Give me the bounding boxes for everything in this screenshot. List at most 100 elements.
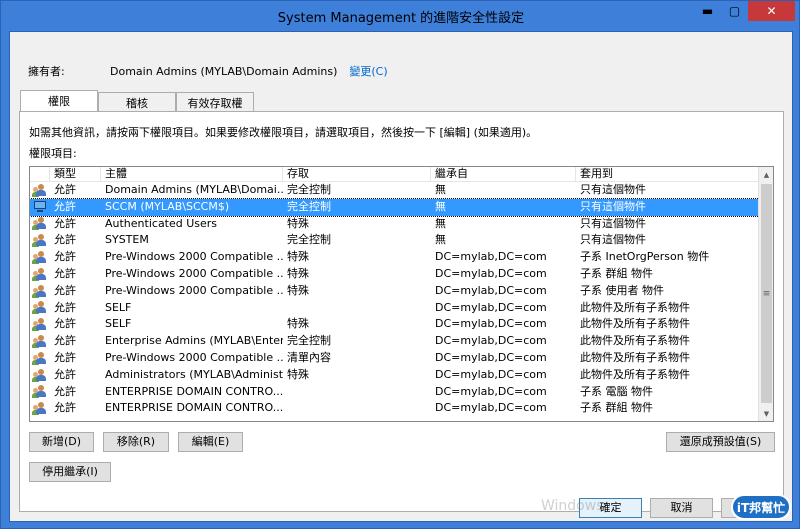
column-header-applies-to[interactable]: 套用到 [576, 167, 759, 182]
table-row[interactable]: 允許 Pre-Windows 2000 Compatible ... 清單內容 DC=… [30, 350, 759, 367]
cell-principal: SYSTEM [105, 233, 149, 247]
table-row[interactable]: 允許 SYSTEM 完全控制 無 只有這個物件 [30, 232, 759, 249]
add-button[interactable]: 新增(D) [29, 432, 94, 452]
cell-inherited-from: DC=mylab,DC=com [435, 250, 547, 264]
cell-applies-to: 此物件及所有子系物件 [580, 317, 690, 331]
list-rows: 允許 Domain Admins (MYLAB\Domai... 完全控制無只有這個… [30, 182, 760, 417]
column-header-type[interactable]: 類型 [50, 167, 101, 182]
cell-type: 允許 [54, 350, 76, 364]
tab-auditing[interactable]: 稽核 [98, 92, 176, 111]
cell-principal: Pre-Windows 2000 Compatible ... [105, 266, 283, 280]
group-icon [30, 216, 50, 233]
scroll-down-arrow-icon[interactable]: ▼ [759, 406, 773, 421]
column-header-access[interactable]: 存取 [283, 167, 431, 182]
cell-applies-to: 只有這個物件 [580, 183, 646, 196]
cell-type: 允許 [54, 183, 76, 196]
group-icon [30, 367, 50, 384]
minimize-button[interactable]: ▬ [694, 1, 721, 21]
cell-inherited-from: DC=mylab,DC=com [435, 334, 547, 348]
cell-type: 允許 [54, 334, 76, 348]
cell-type: 允許 [54, 283, 76, 297]
tab-permissions[interactable]: 權限 [20, 90, 98, 111]
table-row[interactable]: 允許 Pre-Windows 2000 Compatible ... 特殊 DC=my… [30, 283, 759, 300]
cell-inherited-from: 無 [435, 216, 446, 230]
tab-strip: 權限 稽核 有效存取權 [20, 90, 254, 112]
close-button[interactable]: ✕ [748, 1, 795, 21]
change-owner-link[interactable]: 變更(C) [349, 63, 387, 79]
cell-principal: SCCM (MYLAB\SCCM$) [105, 199, 230, 213]
disable-inheritance-button[interactable]: 停用繼承(I) [29, 462, 111, 482]
cell-access: 特殊 [287, 266, 309, 280]
table-row[interactable]: 允許 Authenticated Users 特殊 無 只有這個物件 [30, 216, 759, 233]
table-row[interactable]: 允許 SELF DC=mylab,DC=com 此物件及所有子系物件 [30, 300, 759, 317]
group-icon [30, 316, 50, 333]
cell-applies-to: 子系 群組 物件 [580, 401, 653, 415]
cell-access: 完全控制 [287, 183, 331, 196]
cell-inherited-from: DC=mylab,DC=com [435, 317, 547, 331]
owner-row: 擁有者: Domain Admins (MYLAB\Domain Admins)… [28, 63, 388, 79]
cell-principal: Administrators (MYLAB\Administr... [105, 367, 283, 381]
edit-button[interactable]: 編輯(E) [178, 432, 243, 452]
owner-label: 擁有者: [28, 65, 65, 78]
vertical-scrollbar[interactable]: ▲ ≡ ▼ [758, 167, 773, 421]
cell-principal: SELF [105, 317, 132, 331]
cell-access: 特殊 [287, 317, 309, 331]
cell-inherited-from: DC=mylab,DC=com [435, 401, 547, 415]
table-row[interactable]: 允許 Pre-Windows 2000 Compatible ... 特殊 DC=my… [30, 249, 759, 266]
cell-type: 允許 [54, 401, 76, 415]
window-controls: ▬ ▢ ✕ [694, 1, 795, 23]
cell-inherited-from: 無 [435, 233, 446, 247]
cell-access: 完全控制 [287, 233, 331, 247]
window-title: System Management 的進階安全性設定 [277, 11, 525, 26]
cell-principal: Pre-Windows 2000 Compatible ... [105, 350, 283, 364]
title-bar[interactable]: System Management 的進階安全性設定 ▬ ▢ ✕ [1, 1, 800, 31]
table-row[interactable]: 允許 ENTERPRISE DOMAIN CONTRO... DC=mylab,DC… [30, 400, 759, 417]
computer-icon [30, 199, 50, 216]
table-row[interactable]: 允許 Pre-Windows 2000 Compatible ... 特殊 DC=my… [30, 266, 759, 283]
cell-principal: Domain Admins (MYLAB\Domai... [105, 183, 283, 196]
cancel-button[interactable]: 取消 [650, 498, 713, 518]
column-header-principal[interactable]: 主體 [101, 167, 283, 182]
advanced-security-settings-window: System Management 的進階安全性設定 ▬ ▢ ✕ 擁有者: Do… [0, 0, 800, 529]
cell-inherited-from: DC=mylab,DC=com [435, 300, 547, 314]
cell-inherited-from: DC=mylab,DC=com [435, 367, 547, 381]
cell-access: 完全控制 [287, 334, 331, 348]
permission-entries-list[interactable]: 類型 主體 存取 繼承自 套用到 允許 Domain Admins (MYLAB\… [29, 166, 774, 422]
cell-type: 允許 [54, 216, 76, 230]
tab-effective-access[interactable]: 有效存取權 [176, 92, 254, 111]
column-header-inherited-from[interactable]: 繼承自 [431, 167, 576, 182]
scroll-up-arrow-icon[interactable]: ▲ [759, 167, 773, 182]
cell-applies-to: 子系 群組 物件 [580, 266, 653, 280]
group-icon [30, 283, 50, 300]
cell-access: 特殊 [287, 250, 309, 264]
cell-applies-to: 只有這個物件 [580, 233, 646, 247]
remove-button[interactable]: 移除(R) [103, 432, 169, 452]
group-icon [30, 350, 50, 367]
maximize-button[interactable]: ▢ [721, 1, 748, 21]
cell-principal: SELF [105, 300, 132, 314]
table-row[interactable]: 允許 SCCM (MYLAB\SCCM$) 完全控制 無 只有這個物件 [30, 197, 760, 217]
cell-applies-to: 子系 使用者 物件 [580, 283, 664, 297]
column-header-icon [30, 167, 50, 182]
table-row[interactable]: 允許 ENTERPRISE DOMAIN CONTRO... DC=mylab,DC… [30, 384, 759, 401]
cell-access: 完全控制 [287, 199, 331, 213]
ithome-logo: iT邦幫忙 [731, 494, 791, 520]
cell-applies-to: 此物件及所有子系物件 [580, 350, 690, 364]
cell-type: 允許 [54, 317, 76, 331]
table-row[interactable]: 允許 SELF 特殊 DC=mylab,DC=com 此物件及所有子系物件 [30, 316, 759, 333]
cell-type: 允許 [54, 384, 76, 398]
scrollbar-thumb[interactable]: ≡ [761, 184, 772, 403]
cell-principal: Pre-Windows 2000 Compatible ... [105, 283, 283, 297]
cell-access [283, 300, 431, 317]
table-row[interactable]: 允許 Administrators (MYLAB\Administr... 特殊 DC… [30, 367, 759, 384]
cell-applies-to: 只有這個物件 [580, 199, 646, 213]
permissions-panel: 如需其他資訊，請按兩下權限項目。如果要修改權限項目，請選取項目，然後按一下 [編… [19, 111, 784, 512]
dialog-client-area: 擁有者: Domain Admins (MYLAB\Domain Admins)… [9, 31, 793, 522]
restore-defaults-button[interactable]: 還原成預設值(S) [666, 432, 775, 452]
list-header: 類型 主體 存取 繼承自 套用到 [30, 167, 759, 182]
cell-applies-to: 此物件及所有子系物件 [580, 367, 690, 381]
help-text: 如需其他資訊，請按兩下權限項目。如果要修改權限項目，請選取項目，然後按一下 [編… [29, 126, 538, 139]
table-row[interactable]: 允許 Domain Admins (MYLAB\Domai... 完全控制 無 只有這個… [30, 182, 759, 199]
table-row[interactable]: 允許 Enterprise Admins (MYLAB\Enter... 完全控制 D… [30, 333, 759, 350]
group-icon [30, 266, 50, 283]
